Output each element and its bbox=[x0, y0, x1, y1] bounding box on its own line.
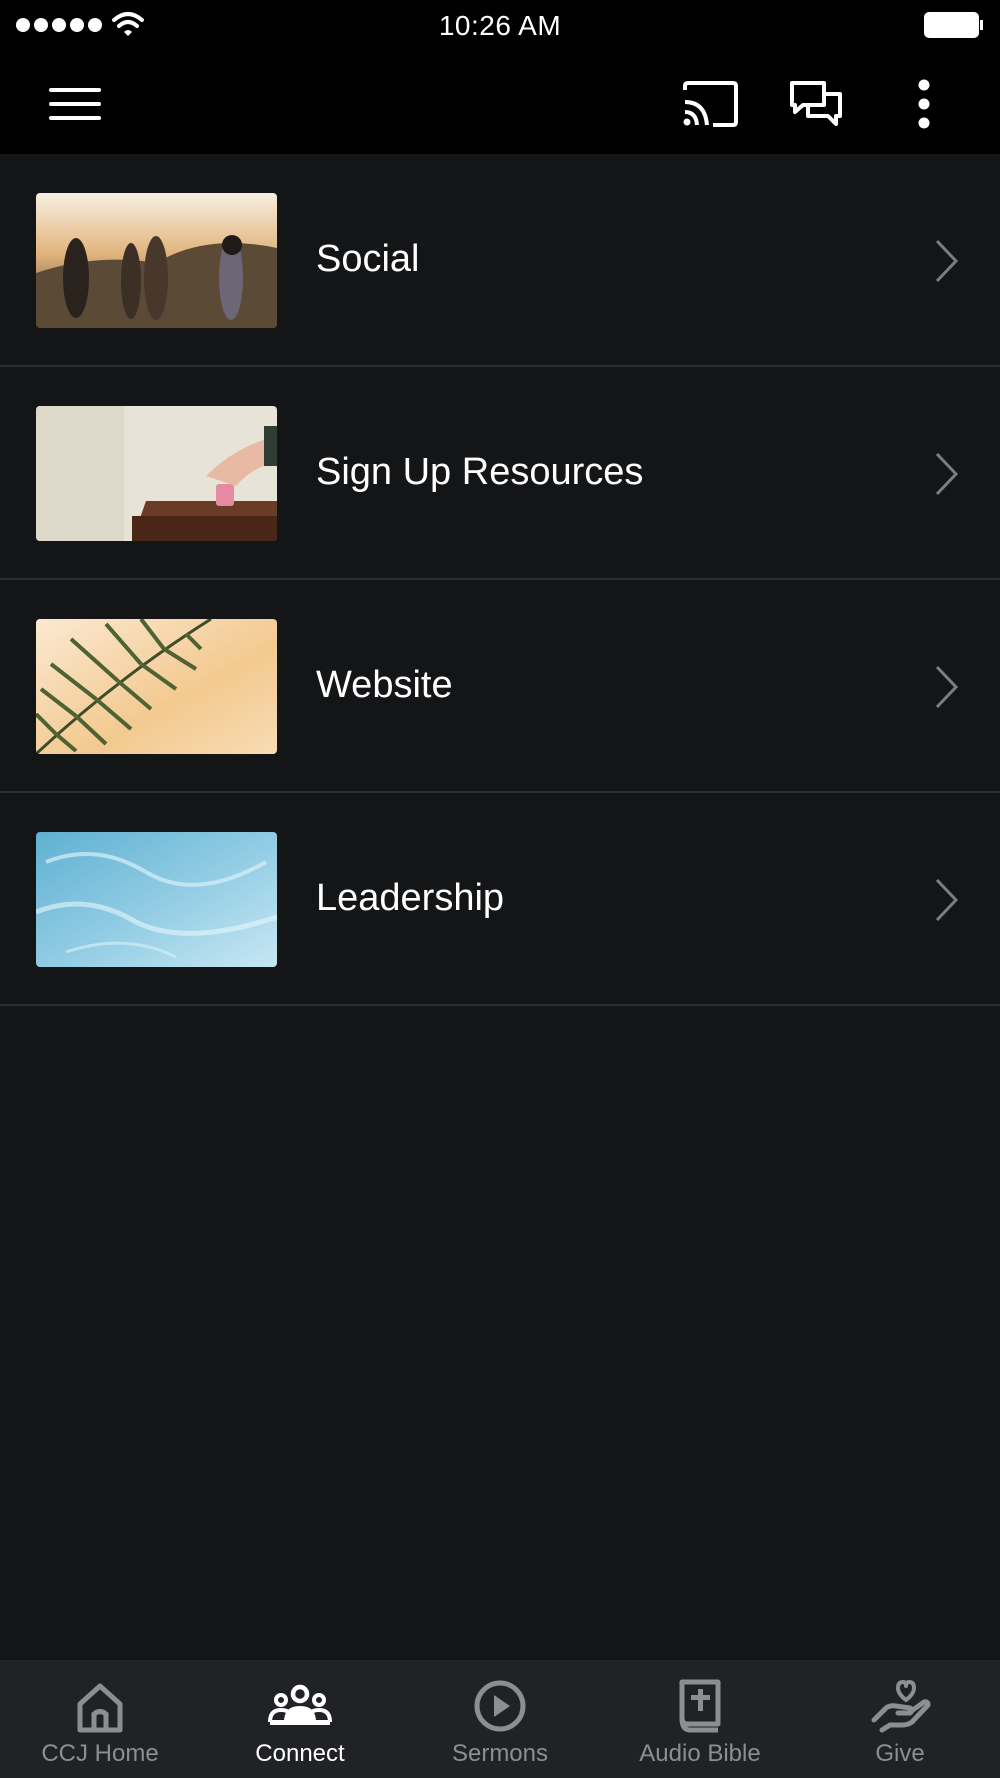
home-icon bbox=[77, 1683, 123, 1733]
list-item-label: Website bbox=[316, 664, 453, 706]
tab-label: Give bbox=[875, 1740, 925, 1767]
tab-sermons[interactable]: Sermons bbox=[400, 1660, 600, 1778]
bottom-tab-bar: CCJ Home Connect Sermons Audio Bible Giv… bbox=[0, 1660, 1000, 1778]
chevron-right-icon bbox=[935, 665, 959, 709]
chevron-right-icon bbox=[935, 878, 959, 922]
people-icon bbox=[268, 1684, 332, 1725]
list-item-label: Sign Up Resources bbox=[316, 451, 644, 493]
chat-bubbles-icon[interactable] bbox=[786, 76, 846, 132]
chevron-right-icon bbox=[935, 452, 959, 496]
website-thumbnail bbox=[36, 619, 277, 754]
social-thumbnail bbox=[36, 193, 277, 328]
bible-icon bbox=[679, 1679, 721, 1733]
list-item-label: Social bbox=[316, 238, 420, 280]
tab-connect[interactable]: Connect bbox=[200, 1660, 400, 1778]
top-toolbar bbox=[0, 52, 1000, 154]
status-time: 10:26 AM bbox=[438, 10, 562, 41]
tab-ccj-home[interactable]: CCJ Home bbox=[0, 1660, 200, 1778]
heart-hand-icon bbox=[871, 1680, 931, 1733]
more-vertical-icon[interactable] bbox=[894, 76, 954, 132]
tab-label: Connect bbox=[255, 1740, 345, 1767]
list-item-social[interactable]: Social bbox=[0, 154, 1000, 367]
battery-icon bbox=[924, 12, 983, 38]
tab-give[interactable]: Give bbox=[800, 1660, 1000, 1778]
connect-list: Social Sign Up Resources Website Leaders… bbox=[0, 154, 1000, 1006]
chevron-right-icon bbox=[935, 239, 959, 283]
play-circle-icon bbox=[474, 1680, 526, 1732]
tab-label: CCJ Home bbox=[41, 1740, 159, 1767]
hamburger-menu-icon[interactable] bbox=[45, 76, 105, 132]
sign-up-resources-thumbnail bbox=[36, 406, 277, 541]
cast-icon[interactable] bbox=[680, 76, 740, 132]
leadership-thumbnail bbox=[36, 832, 277, 967]
tab-label: Sermons bbox=[451, 1740, 549, 1767]
list-item-website[interactable]: Website bbox=[0, 580, 1000, 793]
status-bar: 10:26 AM bbox=[0, 0, 1000, 52]
list-item-leadership[interactable]: Leadership bbox=[0, 793, 1000, 1006]
list-item-label: Leadership bbox=[316, 877, 505, 919]
tab-label: Audio Bible bbox=[639, 1740, 761, 1767]
tab-audio-bible[interactable]: Audio Bible bbox=[600, 1660, 800, 1778]
list-item-sign-up-resources[interactable]: Sign Up Resources bbox=[0, 367, 1000, 580]
